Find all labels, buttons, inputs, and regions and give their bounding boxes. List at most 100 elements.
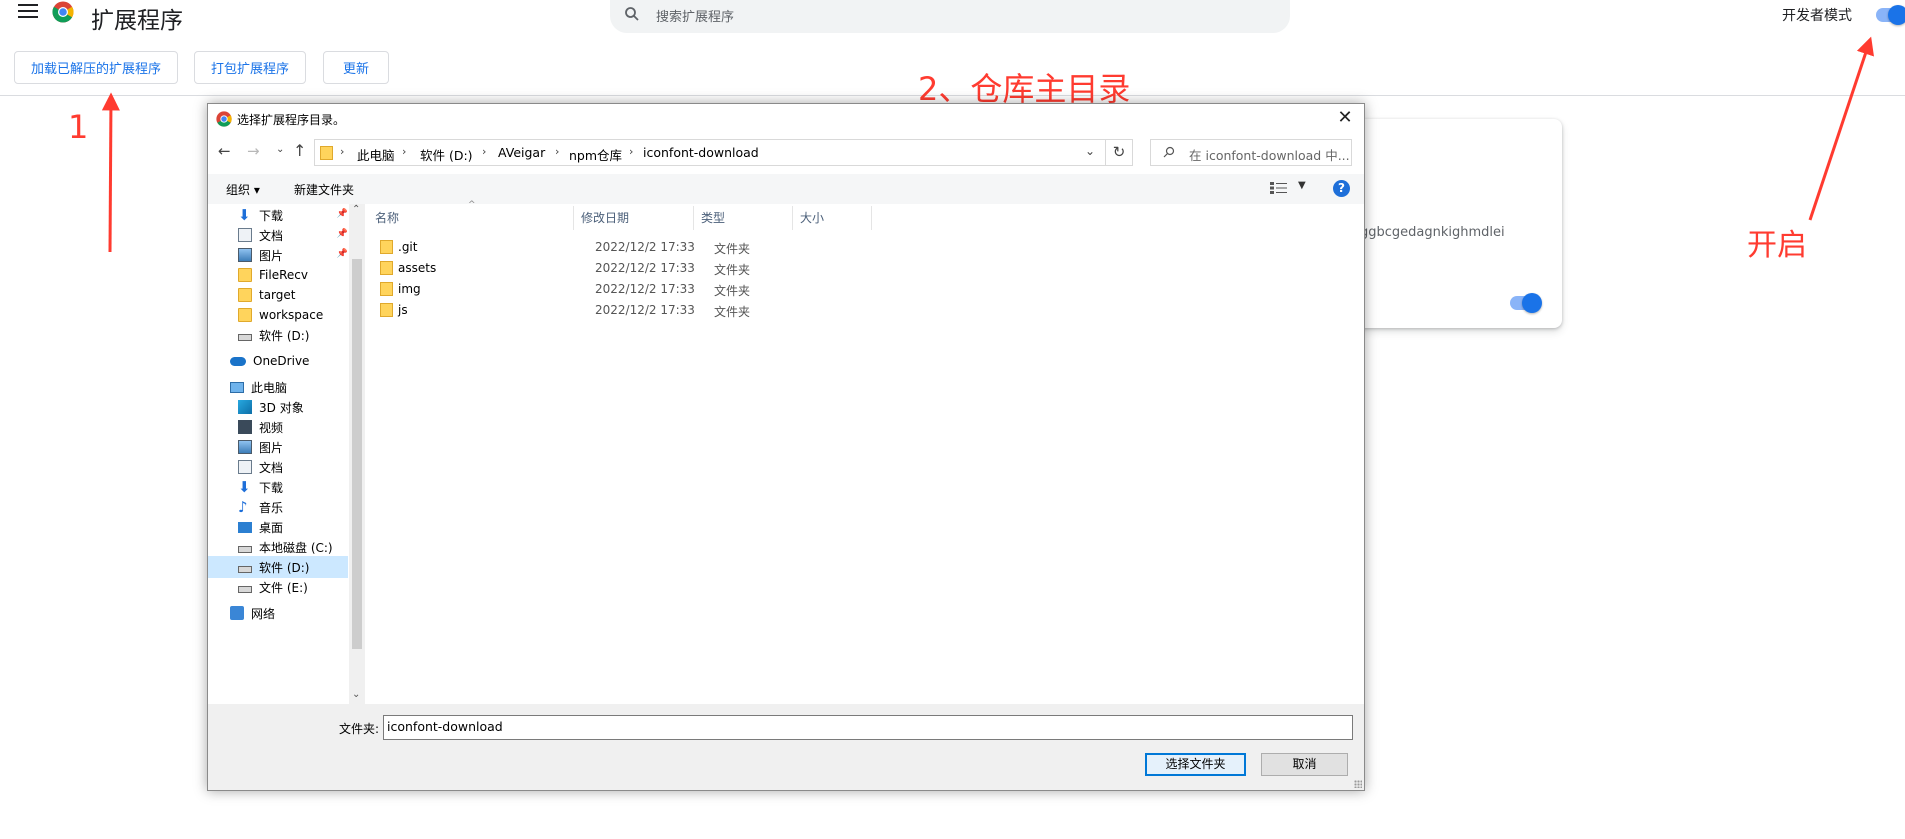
cancel-button[interactable]: 取消 [1261, 753, 1348, 776]
new-folder-button[interactable]: 新建文件夹 [294, 181, 354, 198]
dialog-titlebar[interactable]: 选择扩展程序目录。 ✕ [208, 104, 1364, 134]
dialog-toolbar: 组织 ▾ 新建文件夹 ▼ ? [208, 174, 1364, 204]
extensions-search-box[interactable]: 搜索扩展程序 [610, 0, 1290, 33]
file-list: 名称 修改日期 类型 大小 ^ .git 2022/12/2 17:33 文件夹… [368, 200, 1364, 704]
arrow-step1 [101, 92, 120, 253]
close-icon[interactable]: ✕ [1334, 108, 1356, 130]
breadcrumb-item-current[interactable]: iconfont-download [643, 145, 759, 160]
column-header-size[interactable]: 大小 [793, 206, 872, 230]
breadcrumb-item[interactable]: 软件 (D:) [420, 145, 473, 164]
folder-icon [238, 268, 252, 282]
menu-icon[interactable] [18, 4, 38, 20]
annotation-open: 开启 [1747, 228, 1807, 263]
dialog-title: 选择扩展程序目录。 [237, 113, 346, 127]
file-row[interactable]: assets 2022/12/2 17:33 文件夹 [368, 258, 868, 279]
column-header-date[interactable]: 修改日期 [574, 206, 694, 230]
select-folder-button[interactable]: 选择文件夹 [1145, 753, 1246, 776]
folder-icon [380, 282, 393, 296]
navigation-pane: ⬇ 下载 📌 文档 📌 图片 📌 FileRecv target workspace 软… [208, 204, 358, 704]
drive-icon [238, 546, 252, 553]
nav-item-onedrive[interactable]: OneDrive [208, 350, 348, 372]
chevron-up-icon[interactable]: ⌃ [352, 204, 360, 215]
nav-item-pictures[interactable]: 图片 [208, 436, 348, 458]
file-row[interactable]: .git 2022/12/2 17:33 文件夹 [368, 237, 868, 258]
pin-icon: 📌 [336, 229, 348, 239]
annotation-step-1: 1 [68, 108, 89, 146]
nav-item-3d-objects[interactable]: 3D 对象 [208, 396, 348, 418]
nav-item-pictures-quick[interactable]: 图片 📌 [208, 244, 348, 266]
folder-name-input[interactable]: iconfont-download [383, 715, 1353, 740]
chrome-logo-icon [52, 1, 74, 23]
network-icon [230, 606, 244, 620]
picture-icon [238, 248, 252, 262]
nav-item-network[interactable]: 网络 [208, 602, 348, 624]
arrow-open [1808, 36, 1874, 221]
resize-grip-icon[interactable] [1354, 780, 1362, 788]
folder-icon [380, 261, 393, 275]
developer-mode-toggle[interactable] [1876, 5, 1905, 25]
address-bar[interactable]: › 此电脑 › 软件 (D:) › AVeigar › npm仓库 › icon… [314, 139, 1106, 166]
nav-item-drive-d[interactable]: 软件 (D:) [208, 556, 348, 578]
nav-item-downloads-quick[interactable]: ⬇ 下载 📌 [208, 204, 348, 226]
nav-item-drive-c[interactable]: 本地磁盘 (C:) [208, 536, 348, 558]
breadcrumb-separator[interactable]: › [629, 145, 633, 158]
refresh-icon[interactable]: ↻ [1106, 139, 1133, 166]
nav-item-workspace[interactable]: workspace [208, 304, 348, 326]
folder-icon [380, 240, 393, 254]
breadcrumb-separator[interactable]: › [482, 145, 486, 158]
forward-arrow-icon[interactable]: → [247, 142, 260, 160]
nav-item-this-pc[interactable]: 此电脑 [208, 376, 348, 398]
view-options-chevron-icon[interactable]: ▼ [1298, 180, 1306, 191]
folder-icon [380, 303, 393, 317]
breadcrumb-item[interactable]: 此电脑 [357, 145, 395, 164]
update-button[interactable]: 更新 [323, 51, 389, 84]
nav-item-music[interactable]: ♪ 音乐 [208, 496, 348, 518]
folder-search-input[interactable]: 在 iconfont-download 中... [1150, 139, 1352, 166]
search-icon [625, 7, 639, 21]
up-arrow-icon[interactable]: ↑ [293, 141, 306, 160]
chevron-down-icon[interactable]: ⌄ [352, 689, 360, 700]
download-icon: ⬇ [238, 206, 251, 224]
file-row[interactable]: js 2022/12/2 17:33 文件夹 [368, 300, 868, 321]
pin-icon: 📌 [336, 249, 348, 259]
back-arrow-icon[interactable]: ← [218, 142, 231, 160]
breadcrumb-separator[interactable]: › [340, 145, 344, 158]
organize-menu-button[interactable]: 组织 ▾ [226, 181, 260, 198]
scrollbar-thumb[interactable] [352, 259, 362, 649]
folder-icon [320, 146, 333, 160]
view-options-icon[interactable] [1270, 182, 1287, 194]
nav-item-documents[interactable]: 文档 [208, 456, 348, 478]
file-row[interactable]: img 2022/12/2 17:33 文件夹 [368, 279, 868, 300]
folder-icon [238, 308, 252, 322]
pack-extension-button[interactable]: 打包扩展程序 [194, 51, 306, 84]
breadcrumb-item[interactable]: AVeigar [498, 145, 545, 160]
breadcrumb-separator[interactable]: › [555, 145, 559, 158]
3d-objects-icon [238, 400, 252, 414]
sort-ascending-icon: ^ [468, 200, 476, 210]
nav-item-videos[interactable]: 视频 [208, 416, 348, 438]
nav-item-documents-quick[interactable]: 文档 📌 [208, 224, 348, 246]
nav-item-filerecv[interactable]: FileRecv [208, 264, 348, 286]
extension-enable-toggle[interactable] [1510, 293, 1542, 313]
page-title: 扩展程序 [91, 8, 183, 34]
search-placeholder: 在 iconfont-download 中... [1189, 148, 1350, 163]
dialog-footer: 文件夹: iconfont-download 选择文件夹 取消 [208, 704, 1364, 790]
pin-icon: 📌 [336, 209, 348, 219]
nav-pane-scrollbar[interactable]: ⌃ ⌄ [349, 204, 365, 704]
music-icon: ♪ [238, 498, 248, 516]
breadcrumb-item[interactable]: npm仓库 [569, 145, 622, 164]
nav-item-desktop[interactable]: 桌面 [208, 516, 348, 538]
recent-locations-chevron-icon[interactable]: ⌄ [276, 144, 284, 155]
folder-label: 文件夹: [339, 722, 380, 736]
help-icon[interactable]: ? [1333, 180, 1350, 197]
select-folder-dialog: 选择扩展程序目录。 ✕ ← → ⌄ ↑ › 此电脑 › 软件 (D:) › AV… [207, 103, 1365, 791]
document-icon [238, 228, 252, 242]
column-header-type[interactable]: 类型 [694, 206, 793, 230]
nav-item-drive-e[interactable]: 文件 (E:) [208, 576, 348, 598]
nav-item-target[interactable]: target [208, 284, 348, 306]
nav-item-drive-d-quick[interactable]: 软件 (D:) [208, 324, 348, 346]
chevron-down-icon[interactable]: ⌄ [1085, 144, 1095, 158]
nav-item-downloads[interactable]: ⬇ 下载 [208, 476, 348, 498]
breadcrumb-separator[interactable]: › [402, 145, 406, 158]
load-unpacked-button[interactable]: 加载已解压的扩展程序 [14, 51, 178, 84]
